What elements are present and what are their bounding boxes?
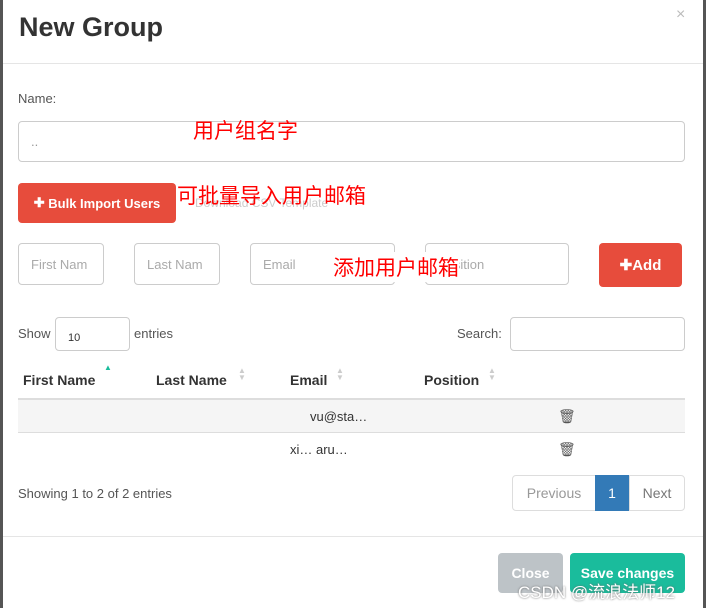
plus-icon: ✚ — [33, 195, 49, 210]
table-row: xi… aru… 🗑 — [18, 432, 685, 466]
last-name-input[interactable]: Last Nam — [134, 243, 220, 285]
email-cell: vu@sta… — [310, 409, 368, 424]
sort-asc-icon: ▲ — [104, 363, 112, 372]
add-label: Add — [632, 256, 662, 274]
table-row: vu@sta… 🗑 — [18, 398, 685, 432]
add-button[interactable]: ✚ Add — [599, 243, 682, 287]
bulk-import-label: Bulk Import Users — [48, 195, 161, 211]
first-name-input[interactable]: First Nam — [18, 243, 104, 285]
name-label: Name: — [18, 91, 57, 106]
new-group-modal: New Group × Name: .. 用户组名字 ✚ Bulk Import… — [3, 0, 703, 608]
annotation-add: 添加用户邮箱 — [333, 252, 459, 282]
search-input[interactable] — [510, 317, 685, 351]
watermark: CSDN @流浪法师12 — [518, 583, 676, 602]
sort-icon: ▲ ▼ — [238, 366, 246, 382]
group-name-input[interactable]: .. — [18, 121, 685, 162]
email-cell: xi… aru… — [290, 442, 348, 457]
table-info: Showing 1 to 2 of 2 entries — [18, 486, 172, 501]
show-label: Show — [18, 326, 51, 341]
divider — [3, 63, 703, 64]
annotation-bulk: 可批量导入用户邮箱 — [177, 185, 366, 208]
entries-label: entries — [134, 326, 174, 341]
page-1-button[interactable]: 1 — [595, 475, 629, 511]
bulk-import-button[interactable]: ✚ Bulk Import Users — [18, 183, 176, 223]
header-email[interactable]: Email — [290, 372, 327, 388]
annotation-group-name: 用户组名字 — [193, 120, 298, 143]
plus-icon: ✚ — [619, 257, 633, 274]
sort-icon: ▲ ▼ — [488, 366, 496, 382]
header-first-name[interactable]: First Name — [23, 372, 95, 388]
entries-select[interactable]: 10 — [55, 317, 130, 351]
header-position[interactable]: Position — [424, 372, 479, 388]
trash-icon[interactable]: 🗑 — [558, 408, 576, 425]
previous-button[interactable]: Previous — [512, 475, 596, 511]
modal-title: New Group — [19, 12, 164, 42]
divider — [3, 536, 703, 537]
sort-icon: ▲ ▼ — [336, 366, 344, 382]
search-label: Search: — [457, 326, 502, 341]
header-last-name[interactable]: Last Name — [156, 372, 227, 388]
next-button[interactable]: Next — [629, 475, 685, 511]
trash-icon[interactable]: 🗑 — [558, 441, 576, 458]
close-icon[interactable]: × — [676, 6, 685, 24]
